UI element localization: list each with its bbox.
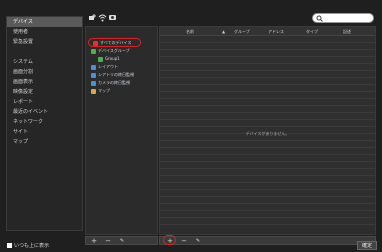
device-tree: すべてのデバイス デバイスグループ Group1 レイアウト シアトリの終日監視… <box>85 26 158 235</box>
nav-item-site[interactable]: サイト <box>7 127 82 137</box>
tree-item-layout-2[interactable]: カメラの終日監視 <box>91 79 130 86</box>
checkbox-box[interactable] <box>7 243 12 248</box>
layout-icon <box>91 64 96 70</box>
edit-device-button[interactable]: ✎ <box>193 237 203 245</box>
settings-window: デバイス 使用者 緊急設置 システム 画面分割 画面表示 映像設定 レポート 最… <box>0 0 382 252</box>
nav-item-devices[interactable]: デバイス <box>7 17 82 27</box>
device-table: 名前 ▲ グループ アドレス タイプ 記述 デバイスがありません。 <box>159 26 376 235</box>
add-group-button[interactable]: + <box>89 237 99 245</box>
settings-nav: デバイス 使用者 緊急設置 システム 画面分割 画面表示 映像設定 レポート 最… <box>6 16 83 231</box>
nav-item-recent-events[interactable]: 最近のイベント <box>7 107 82 117</box>
nav-item-display[interactable]: 画面表示 <box>7 77 82 87</box>
always-on-top-checkbox[interactable]: いつも上に表示 <box>7 242 49 249</box>
nav-item-network[interactable]: ネットワーク <box>7 117 82 127</box>
nav-item-report[interactable]: レポート <box>7 97 82 107</box>
remove-device-button[interactable]: − <box>179 237 189 245</box>
nav-item-split-screen[interactable]: 画面分割 <box>7 67 82 77</box>
tree-item-map[interactable]: マップ <box>91 87 110 94</box>
search-input[interactable] <box>312 13 374 23</box>
empty-message: デバイスがありません。 <box>245 131 290 136</box>
layout-icon <box>91 72 96 78</box>
nav-item-map[interactable]: マップ <box>7 137 82 147</box>
tree-item-layout[interactable]: レイアウト <box>91 63 118 70</box>
tree-item-all-devices[interactable]: すべてのデバイス <box>93 39 131 46</box>
tree-item-group1[interactable]: Group1 <box>98 55 120 62</box>
group-icon <box>98 56 103 62</box>
tree-item-device-group[interactable]: デバイスグループ <box>91 47 130 54</box>
ok-button[interactable]: 確定 <box>357 241 377 250</box>
camera-icon[interactable] <box>108 13 117 22</box>
column-address[interactable]: アドレス <box>268 27 284 36</box>
remove-group-button[interactable]: − <box>103 237 113 245</box>
tree-actions: + − ✎ <box>85 236 158 245</box>
column-type[interactable]: タイプ <box>306 27 318 36</box>
group-icon <box>91 48 96 54</box>
layout-icon <box>91 80 96 86</box>
table-header: 名前 ▲ グループ アドレス タイプ 記述 <box>160 27 375 36</box>
nav-item-emergency[interactable]: 緊急設置 <box>7 37 82 47</box>
search-icon <box>316 15 323 22</box>
tree-item-layout-1[interactable]: シアトリの終日監視 <box>91 71 134 78</box>
devices-icon <box>93 40 98 46</box>
toolbar <box>84 11 376 25</box>
nav-item-users[interactable]: 使用者 <box>7 27 82 37</box>
column-group[interactable]: グループ <box>234 27 250 36</box>
column-description[interactable]: 記述 <box>343 27 351 36</box>
nav-item-system[interactable]: システム <box>7 57 82 67</box>
highlight-ring <box>163 235 176 245</box>
table-actions: + − ✎ <box>159 236 376 245</box>
add-device-icon[interactable] <box>88 13 97 22</box>
wifi-icon[interactable] <box>98 13 107 22</box>
sort-indicator: ▲ <box>222 29 226 34</box>
column-name[interactable]: 名前 <box>186 27 194 36</box>
map-icon <box>91 88 96 94</box>
edit-group-button[interactable]: ✎ <box>117 237 127 245</box>
nav-item-video-settings[interactable]: 映像設定 <box>7 87 82 97</box>
